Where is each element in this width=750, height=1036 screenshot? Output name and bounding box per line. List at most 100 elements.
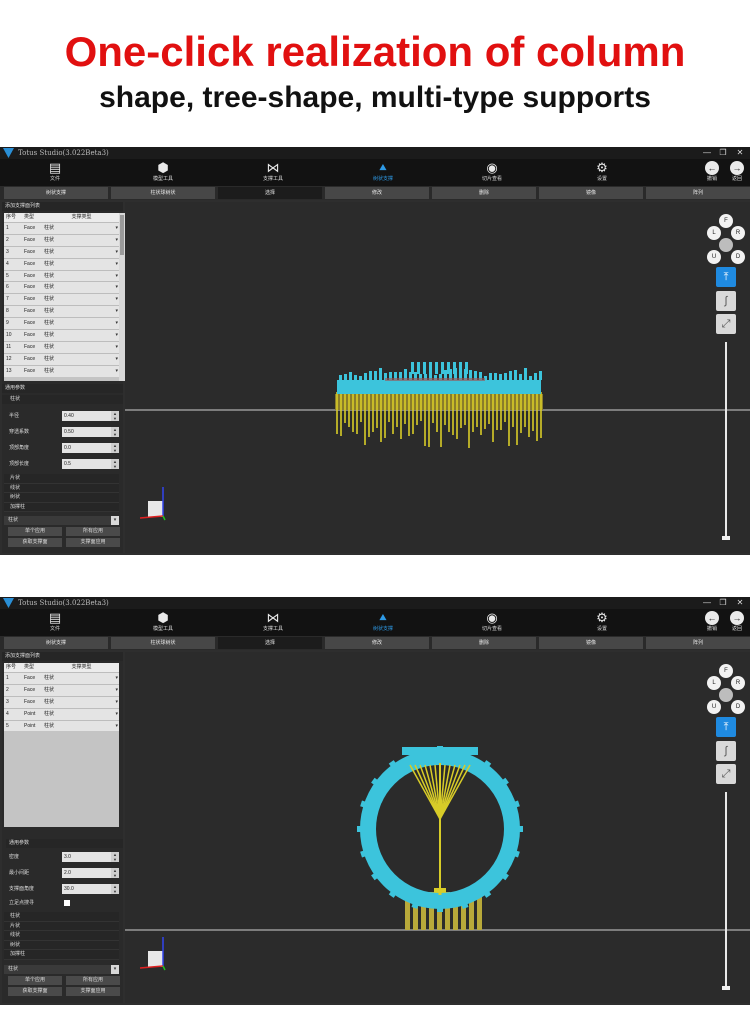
tab-delete[interactable]: 删除	[432, 637, 536, 649]
view-left-button[interactable]: L	[707, 226, 721, 240]
table-row[interactable]: 3 Face 柱状 ▾	[4, 695, 119, 708]
row-support-type[interactable]: 柱状 ▾	[42, 342, 119, 353]
table-row[interactable]: 5 Face 柱状 ▾	[4, 269, 119, 282]
view-down-button[interactable]: D	[731, 250, 745, 264]
layer-slider[interactable]	[722, 792, 730, 990]
top-view-button[interactable]: ⤒	[716, 267, 736, 287]
layer-slider[interactable]	[722, 342, 730, 540]
view-center-button[interactable]	[719, 688, 733, 702]
toolbar-model-tools-button[interactable]: ⬢ 模型工具	[133, 159, 193, 186]
toolbar-slice-view-button[interactable]: ◉ 切片查看	[462, 609, 522, 636]
list-item-line[interactable]: 线状	[4, 483, 119, 493]
table-row[interactable]: 12 Face 柱状 ▾	[4, 352, 119, 365]
row-support-type[interactable]: 柱状 ▾	[42, 235, 119, 246]
row-support-type[interactable]: 柱状 ▾	[42, 354, 119, 365]
list-item-brace[interactable]: 加撑柱	[4, 502, 119, 512]
expand-button[interactable]: ⤢	[716, 764, 736, 784]
tab-tree-support[interactable]: 树状支撑	[4, 187, 108, 199]
row-support-type[interactable]: 柱状 ▾	[42, 294, 119, 305]
apply-single-button[interactable]: 单个应用	[8, 527, 62, 536]
expand-button[interactable]: ⤢	[716, 314, 736, 334]
row-support-type[interactable]: 柱状 ▾	[42, 366, 119, 377]
view-up-button[interactable]: U	[707, 700, 721, 714]
radius-stepper[interactable]: ▲ ▼	[111, 411, 119, 421]
top-length-stepper[interactable]: ▲ ▼	[111, 459, 119, 469]
minimize-button[interactable]: —	[700, 597, 714, 609]
min-spacing-stepper[interactable]: ▲ ▼	[111, 868, 119, 878]
tab-array[interactable]: 阵列	[646, 637, 750, 649]
table-row[interactable]: 6 Face 柱状 ▾	[4, 281, 119, 294]
toolbar-tree-support-button[interactable]: ⯅ 树状支撑	[353, 159, 413, 186]
undo-button[interactable]: ← 撤销	[701, 161, 723, 183]
table-row[interactable]: 8 Face 柱状 ▾	[4, 305, 119, 318]
table-row[interactable]: 3 Face 柱状 ▾	[4, 245, 119, 258]
view-left-button[interactable]: L	[707, 676, 721, 690]
toolbar-support-tools-button[interactable]: ⋈ 支撑工具	[243, 159, 303, 186]
curve-tool-button[interactable]: ∫	[716, 741, 736, 761]
row-support-type[interactable]: 柱状 ▾	[42, 271, 119, 282]
toolbar-settings-button[interactable]: ⚙ 设置	[572, 609, 632, 636]
table-row[interactable]: 7 Face 柱状 ▾	[4, 293, 119, 306]
minimize-button[interactable]: —	[700, 147, 714, 159]
view-right-button[interactable]: R	[731, 226, 745, 240]
view-up-button[interactable]: U	[707, 250, 721, 264]
tab-tree-support[interactable]: 树状支撑	[4, 637, 108, 649]
row-support-type[interactable]: 柱状 ▾	[42, 330, 119, 341]
table-row[interactable]: 1 Face 柱状 ▾	[4, 222, 119, 234]
tab-mirror[interactable]: 镜像	[539, 637, 643, 649]
list-item-tree[interactable]: 树状	[4, 940, 119, 950]
redo-button[interactable]: → 返回	[726, 611, 748, 633]
view-down-button[interactable]: D	[731, 700, 745, 714]
scrollbar-thumb[interactable]	[120, 215, 124, 255]
row-support-type[interactable]: 柱状 ▾	[42, 223, 119, 234]
slider-handle[interactable]	[722, 986, 730, 990]
table-row[interactable]: 4 Point 柱状 ▾	[4, 707, 119, 720]
apply-all-button[interactable]: 所有应用	[66, 527, 120, 536]
toolbar-file-button[interactable]: ▤ 文件	[25, 609, 85, 636]
tab-column-ball-tree[interactable]: 柱状球树状	[111, 637, 215, 649]
foothold-search-checkbox[interactable]	[64, 900, 70, 906]
table-row[interactable]: 4 Face 柱状 ▾	[4, 257, 119, 270]
list-item-sheet[interactable]: 片状	[4, 921, 119, 931]
support-angle-input[interactable]: 30.0	[62, 884, 112, 894]
row-support-type[interactable]: 柱状 ▾	[42, 709, 119, 720]
tab-column-ball-tree[interactable]: 柱状球树状	[111, 187, 215, 199]
toolbar-slice-view-button[interactable]: ◉ 切片查看	[462, 159, 522, 186]
toolbar-tree-support-button[interactable]: ⯅ 树状支撑	[353, 609, 413, 636]
row-support-type[interactable]: 柱状 ▾	[42, 673, 119, 684]
tab-modify[interactable]: 修改	[325, 187, 429, 199]
top-view-button[interactable]: ⤒	[716, 717, 736, 737]
curve-tool-button[interactable]: ∫	[716, 291, 736, 311]
list-item-column[interactable]: 柱状	[4, 912, 119, 922]
table-row[interactable]: 5 Point 柱状 ▾	[4, 719, 119, 732]
close-button[interactable]: ✕	[733, 147, 747, 159]
row-support-type[interactable]: 柱状 ▾	[42, 259, 119, 270]
penetration-stepper[interactable]: ▲ ▼	[111, 427, 119, 437]
row-support-type[interactable]: 柱状 ▾	[42, 306, 119, 317]
table-row[interactable]: 2 Face 柱状 ▾	[4, 233, 119, 246]
close-button[interactable]: ✕	[733, 597, 747, 609]
tab-delete[interactable]: 删除	[432, 187, 536, 199]
table-row[interactable]: 1 Face 柱状 ▾	[4, 672, 119, 684]
top-length-input[interactable]: 0.5	[62, 459, 112, 469]
list-item-line[interactable]: 线状	[4, 931, 119, 941]
density-stepper[interactable]: ▲ ▼	[111, 852, 119, 862]
tab-select[interactable]: 选择	[218, 187, 322, 199]
apply-single-button[interactable]: 单个应用	[8, 976, 62, 985]
get-support-face-button[interactable]: 获取支撑面	[8, 538, 62, 547]
3d-viewport[interactable]: F L R U D ⤒ ∫ ⤢	[125, 202, 750, 553]
penetration-input[interactable]: 0.50	[62, 427, 112, 437]
undo-button[interactable]: ← 撤销	[701, 611, 723, 633]
apply-support-face-button[interactable]: 支撑面应用	[66, 987, 120, 996]
table-row[interactable]: 13 Face 柱状 ▾	[4, 364, 119, 377]
get-support-face-button[interactable]: 获取支撑面	[8, 987, 62, 996]
support-type-select[interactable]: 柱状 ▾	[4, 516, 119, 525]
list-item-tree[interactable]: 树状	[4, 493, 119, 503]
maximize-button[interactable]: ❐	[716, 597, 730, 609]
tab-select[interactable]: 选择	[218, 637, 322, 649]
top-angle-input[interactable]: 0.0	[62, 443, 112, 453]
list-item-brace[interactable]: 加撑柱	[4, 950, 119, 960]
view-right-button[interactable]: R	[731, 676, 745, 690]
row-support-type[interactable]: 柱状 ▾	[42, 721, 119, 732]
toolbar-model-tools-button[interactable]: ⬢ 模型工具	[133, 609, 193, 636]
